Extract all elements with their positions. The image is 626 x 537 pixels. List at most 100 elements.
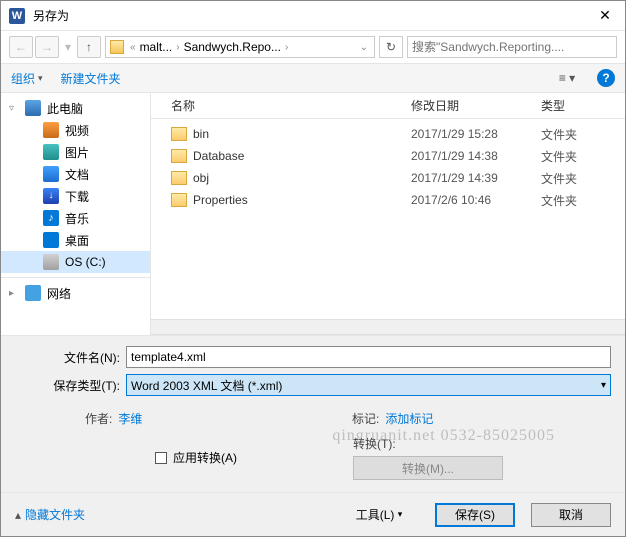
file-date: 2017/1/29 15:28 bbox=[411, 127, 541, 141]
column-header-date[interactable]: 修改日期 bbox=[411, 97, 541, 114]
chevron-down-icon[interactable]: ⌄ bbox=[358, 42, 370, 53]
new-folder-button[interactable]: 新建文件夹 bbox=[61, 70, 121, 87]
save-type-combo[interactable]: Word 2003 XML 文档 (*.xml) ▾ bbox=[126, 374, 611, 396]
close-button[interactable]: ✕ bbox=[585, 1, 625, 31]
window-title: 另存为 bbox=[33, 7, 585, 24]
organize-button[interactable]: 组织 ▾ bbox=[11, 70, 43, 87]
sidebar-item-desktop[interactable]: 桌面 bbox=[1, 229, 150, 251]
folder-icon bbox=[171, 193, 187, 207]
sidebar-item-drive-c[interactable]: OS (C:) bbox=[1, 251, 150, 273]
collapse-icon: ▴ bbox=[15, 508, 21, 522]
sidebar-item-documents[interactable]: 文档 bbox=[1, 163, 150, 185]
documents-icon bbox=[43, 166, 59, 182]
file-row[interactable]: bin 2017/1/29 15:28文件夹 bbox=[151, 123, 625, 145]
drive-icon bbox=[43, 254, 59, 270]
pictures-icon bbox=[43, 144, 59, 160]
horizontal-scrollbar[interactable] bbox=[151, 319, 625, 335]
chevron-down-icon: ▾ bbox=[38, 73, 43, 84]
file-date: 2017/1/29 14:39 bbox=[411, 171, 541, 185]
computer-icon bbox=[25, 100, 41, 116]
sidebar-item-label: 视频 bbox=[65, 122, 89, 139]
file-rows: bin2017/1/29 15:28文件夹Database2017/1/29 1… bbox=[151, 119, 625, 319]
sidebar-item-network[interactable]: ▸ 网络 bbox=[1, 282, 150, 304]
refresh-button[interactable]: ↻ bbox=[379, 36, 403, 58]
sidebar-item-label: 音乐 bbox=[65, 210, 89, 227]
search-input[interactable] bbox=[407, 36, 617, 58]
sidebar-item-label: 桌面 bbox=[65, 232, 89, 249]
chevron-down-icon: ▾ bbox=[398, 509, 403, 520]
folder-icon bbox=[171, 171, 187, 185]
sidebar-item-label: 此电脑 bbox=[47, 100, 83, 117]
file-name: Properties bbox=[193, 193, 248, 207]
file-name: bin bbox=[193, 127, 209, 141]
author-label: 作者: bbox=[85, 410, 112, 427]
sidebar: ▿ 此电脑 视频 图片 文档 ↓ 下载 ♪ 音乐 bbox=[1, 93, 151, 335]
sidebar-item-label: 文档 bbox=[65, 166, 89, 183]
file-name: Database bbox=[193, 149, 244, 163]
save-as-dialog: W 另存为 ✕ ← → ▾ ↑ « malt... › Sandwych.Rep… bbox=[0, 0, 626, 537]
title-bar: W 另存为 ✕ bbox=[1, 1, 625, 31]
column-header-name[interactable]: 名称 bbox=[171, 97, 411, 114]
sidebar-divider bbox=[1, 277, 150, 278]
sidebar-item-video[interactable]: 视频 bbox=[1, 119, 150, 141]
main-area: ▿ 此电脑 视频 图片 文档 ↓ 下载 ♪ 音乐 bbox=[1, 93, 625, 335]
word-app-icon: W bbox=[9, 8, 25, 24]
file-name: obj bbox=[193, 171, 209, 185]
chevron-down-icon: ▾ bbox=[601, 380, 606, 391]
sidebar-item-label: 图片 bbox=[65, 144, 89, 161]
bottom-bar: ▴ 隐藏文件夹 工具(L) ▾ 保存(S) 取消 bbox=[1, 492, 625, 536]
history-button[interactable]: ▾ bbox=[61, 36, 75, 58]
file-type: 文件夹 bbox=[541, 126, 625, 143]
column-headers: 名称 修改日期 类型 bbox=[151, 93, 625, 119]
chevron-left-icon: « bbox=[128, 42, 138, 53]
sidebar-item-this-pc[interactable]: ▿ 此电脑 bbox=[1, 97, 150, 119]
sidebar-item-music[interactable]: ♪ 音乐 bbox=[1, 207, 150, 229]
sidebar-item-pictures[interactable]: 图片 bbox=[1, 141, 150, 163]
breadcrumb-path[interactable]: « malt... › Sandwych.Repo... › ⌄ bbox=[105, 36, 375, 58]
filename-input[interactable] bbox=[126, 346, 611, 368]
sidebar-item-label: OS (C:) bbox=[65, 255, 106, 269]
breadcrumb-item[interactable]: malt... bbox=[140, 40, 173, 54]
file-row[interactable]: Database2017/1/29 14:38文件夹 bbox=[151, 145, 625, 167]
save-button[interactable]: 保存(S) bbox=[435, 503, 515, 527]
breadcrumb-item[interactable]: Sandwych.Repo... bbox=[184, 40, 281, 54]
tags-label: 标记: bbox=[352, 410, 379, 427]
cancel-button[interactable]: 取消 bbox=[531, 503, 611, 527]
transform-area: 应用转换(A) qingruanit.net 0532-85025005 转换(… bbox=[15, 435, 611, 492]
file-type: 文件夹 bbox=[541, 170, 625, 187]
chevron-right-icon: › bbox=[174, 42, 181, 53]
file-row[interactable]: Properties 2017/2/6 10:46文件夹 bbox=[151, 189, 625, 211]
music-icon: ♪ bbox=[43, 210, 59, 226]
file-type: 文件夹 bbox=[541, 192, 625, 209]
file-list-pane: 名称 修改日期 类型 bin2017/1/29 15:28文件夹Database… bbox=[151, 93, 625, 335]
help-button[interactable]: ? bbox=[597, 69, 615, 87]
forward-button[interactable]: → bbox=[35, 36, 59, 58]
sidebar-item-label: 网络 bbox=[47, 285, 71, 302]
checkbox-icon bbox=[155, 452, 167, 464]
tags-value[interactable]: 添加标记 bbox=[385, 410, 433, 427]
column-header-type[interactable]: 类型 bbox=[541, 97, 625, 114]
sidebar-item-label: 下载 bbox=[65, 188, 89, 205]
hide-folders-link[interactable]: ▴ 隐藏文件夹 bbox=[15, 506, 85, 523]
apply-transform-checkbox[interactable]: 应用转换(A) bbox=[155, 449, 353, 466]
file-type: 文件夹 bbox=[541, 148, 625, 165]
transform-label: 转换(T): bbox=[353, 435, 396, 452]
back-button[interactable]: ← bbox=[9, 36, 33, 58]
folder-icon bbox=[171, 149, 187, 163]
author-value[interactable]: 李维 bbox=[118, 410, 142, 427]
filename-label: 文件名(N): bbox=[15, 349, 120, 366]
navigation-bar: ← → ▾ ↑ « malt... › Sandwych.Repo... › ⌄… bbox=[1, 31, 625, 63]
expand-caret-icon[interactable]: ▿ bbox=[9, 103, 14, 114]
file-row[interactable]: obj 2017/1/29 14:39文件夹 bbox=[151, 167, 625, 189]
file-date: 2017/2/6 10:46 bbox=[411, 193, 541, 207]
tools-button[interactable]: 工具(L) ▾ bbox=[339, 503, 419, 527]
video-icon bbox=[43, 122, 59, 138]
expand-caret-icon[interactable]: ▸ bbox=[9, 288, 14, 299]
transform-button[interactable]: 转换(M)... bbox=[353, 456, 503, 480]
downloads-icon: ↓ bbox=[43, 188, 59, 204]
network-icon bbox=[25, 285, 41, 301]
view-options-button[interactable]: ≡ ▾ bbox=[555, 67, 579, 89]
tools-label: 工具(L) bbox=[356, 506, 395, 523]
up-button[interactable]: ↑ bbox=[77, 36, 101, 58]
sidebar-item-downloads[interactable]: ↓ 下载 bbox=[1, 185, 150, 207]
